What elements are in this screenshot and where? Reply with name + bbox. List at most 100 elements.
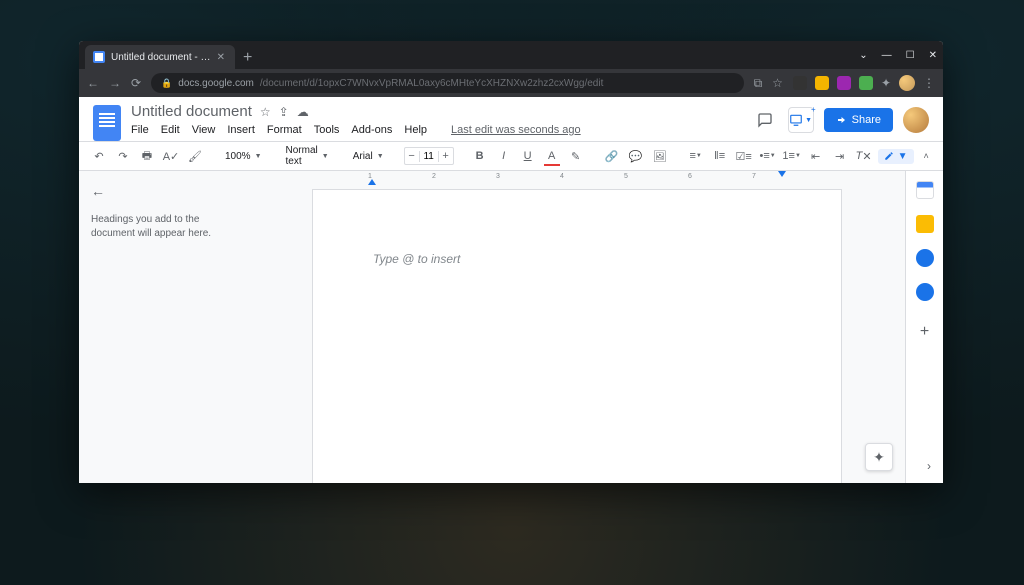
underline-icon[interactable]: U: [518, 146, 538, 166]
url-field[interactable]: 🔒 docs.google.com/document/d/1opxC7WNvxV…: [151, 73, 744, 93]
insert-link-icon[interactable]: 🔗: [602, 146, 622, 166]
menu-addons[interactable]: Add-ons: [351, 124, 392, 136]
star-icon[interactable]: ☆: [772, 76, 783, 90]
add-side-app-icon[interactable]: +: [920, 323, 929, 341]
print-icon[interactable]: 🖶: [137, 146, 157, 166]
highlight-icon[interactable]: ✎: [566, 146, 586, 166]
docs-header: Untitled document ☆ ⇪ ☁ File Edit View I…: [79, 97, 943, 141]
docs-logo-icon[interactable]: [93, 105, 121, 141]
window-controls: ⌄ — ☐ ✕: [859, 41, 937, 69]
text-color-icon[interactable]: A: [542, 146, 562, 166]
numbered-list-icon[interactable]: 1≡▼: [782, 146, 802, 166]
ruler-tick: 5: [624, 173, 628, 180]
share-button[interactable]: Share: [824, 108, 893, 132]
keep-app-icon[interactable]: [916, 215, 934, 233]
menu-bar: File Edit View Insert Format Tools Add-o…: [131, 124, 742, 136]
font-select[interactable]: Arial▼: [349, 151, 388, 162]
install-app-icon[interactable]: ⧉: [754, 76, 763, 91]
extensions-puzzle-icon[interactable]: ✦: [881, 76, 891, 90]
font-size-increase[interactable]: +: [439, 150, 453, 162]
browser-menu-icon[interactable]: ⋮: [923, 76, 935, 90]
share-label: Share: [852, 114, 881, 126]
bullet-list-icon[interactable]: •≡▼: [758, 146, 778, 166]
formatting-toolbar: ↶ ↷ 🖶 A✓ 🖌 100%▼ Normal text▼ Arial▼ − 1…: [79, 141, 943, 171]
outline-back-icon[interactable]: ←: [91, 183, 237, 199]
collapse-toolbar-icon[interactable]: ˄: [918, 151, 935, 161]
ruler-tick: 7: [752, 173, 756, 180]
document-title[interactable]: Untitled document: [131, 103, 252, 120]
browser-tab[interactable]: Untitled document - Google Doc ✕: [85, 45, 235, 69]
reload-icon[interactable]: ⟳: [131, 76, 141, 90]
contacts-app-icon[interactable]: [916, 283, 934, 301]
font-size-decrease[interactable]: −: [405, 150, 419, 162]
horizontal-ruler[interactable]: 1 2 3 4 5 6 7: [249, 171, 905, 185]
calendar-app-icon[interactable]: [916, 181, 934, 199]
checklist-icon[interactable]: ☑≡: [734, 146, 754, 166]
star-icon[interactable]: ☆: [260, 105, 271, 119]
menu-tools[interactable]: Tools: [314, 124, 340, 136]
indent-decrease-icon[interactable]: ⇤: [806, 146, 826, 166]
menu-view[interactable]: View: [192, 124, 216, 136]
line-spacing-icon[interactable]: ‖≡: [710, 146, 730, 166]
insert-image-icon[interactable]: 🖼: [650, 146, 670, 166]
new-tab-button[interactable]: +: [235, 49, 260, 69]
menu-file[interactable]: File: [131, 124, 149, 136]
clear-format-icon[interactable]: T✕: [854, 146, 874, 166]
cloud-status-icon[interactable]: ☁: [297, 105, 309, 119]
chevron-down-icon[interactable]: ⌄: [859, 50, 867, 61]
ruler-tick: 4: [560, 173, 564, 180]
outline-hint: Headings you add to the document will ap…: [91, 213, 237, 241]
extension-icon[interactable]: [859, 76, 873, 90]
ruler-tick: 2: [432, 173, 436, 180]
minimize-icon[interactable]: —: [882, 50, 892, 61]
forward-icon[interactable]: →: [109, 76, 121, 90]
paint-format-icon[interactable]: 🖌: [185, 146, 205, 166]
outline-pane: ← Headings you add to the document will …: [79, 171, 249, 483]
add-comment-icon[interactable]: 💬: [626, 146, 646, 166]
browser-url-bar: ← → ⟳ 🔒 docs.google.com/document/d/1opxC…: [79, 69, 943, 97]
tasks-app-icon[interactable]: [916, 249, 934, 267]
italic-icon[interactable]: I: [494, 146, 514, 166]
url-host: docs.google.com: [178, 78, 254, 89]
undo-icon[interactable]: ↶: [89, 146, 109, 166]
extension-icon[interactable]: [815, 76, 829, 90]
last-edit-link[interactable]: Last edit was seconds ago: [451, 124, 581, 136]
ruler-tick: 6: [688, 173, 692, 180]
comments-button[interactable]: [752, 107, 778, 133]
font-size-value[interactable]: 11: [419, 151, 439, 162]
menu-format[interactable]: Format: [267, 124, 302, 136]
docs-favicon: [93, 51, 105, 63]
spellcheck-icon[interactable]: A✓: [161, 146, 181, 166]
side-panel-toggle-icon[interactable]: ›: [927, 459, 931, 473]
zoom-select[interactable]: 100%▼: [221, 151, 266, 162]
style-select[interactable]: Normal text▼: [282, 145, 333, 167]
header-right: + ▼ Share: [752, 107, 929, 133]
redo-icon[interactable]: ↷: [113, 146, 133, 166]
align-icon[interactable]: ≡▼: [686, 146, 706, 166]
editing-mode-button[interactable]: ▼: [878, 149, 914, 164]
document-page[interactable]: Type @ to insert: [312, 189, 842, 483]
move-icon[interactable]: ⇪: [279, 105, 289, 119]
maximize-icon[interactable]: ☐: [906, 50, 915, 61]
account-avatar[interactable]: [903, 107, 929, 133]
side-panel: +: [905, 171, 943, 483]
close-window-icon[interactable]: ✕: [929, 50, 937, 61]
right-margin-marker-icon[interactable]: [778, 171, 786, 177]
close-tab-icon[interactable]: ✕: [217, 52, 225, 63]
extension-icon[interactable]: [793, 76, 807, 90]
font-value: Arial: [353, 151, 373, 162]
font-size-control: − 11 +: [404, 147, 454, 165]
back-icon[interactable]: ←: [87, 76, 99, 90]
menu-edit[interactable]: Edit: [161, 124, 180, 136]
url-path: /document/d/1opxC7WNvxVpRMAL0axy6cMHteYc…: [260, 78, 603, 89]
zoom-value: 100%: [225, 151, 251, 162]
indent-increase-icon[interactable]: ⇥: [830, 146, 850, 166]
menu-help[interactable]: Help: [404, 124, 427, 136]
style-value: Normal text: [286, 145, 318, 167]
menu-insert[interactable]: Insert: [227, 124, 255, 136]
browser-profile-avatar[interactable]: [899, 75, 915, 91]
explore-fab[interactable]: ✦: [865, 443, 893, 471]
extension-icon[interactable]: [837, 76, 851, 90]
present-button[interactable]: + ▼: [788, 107, 814, 133]
bold-icon[interactable]: B: [470, 146, 490, 166]
